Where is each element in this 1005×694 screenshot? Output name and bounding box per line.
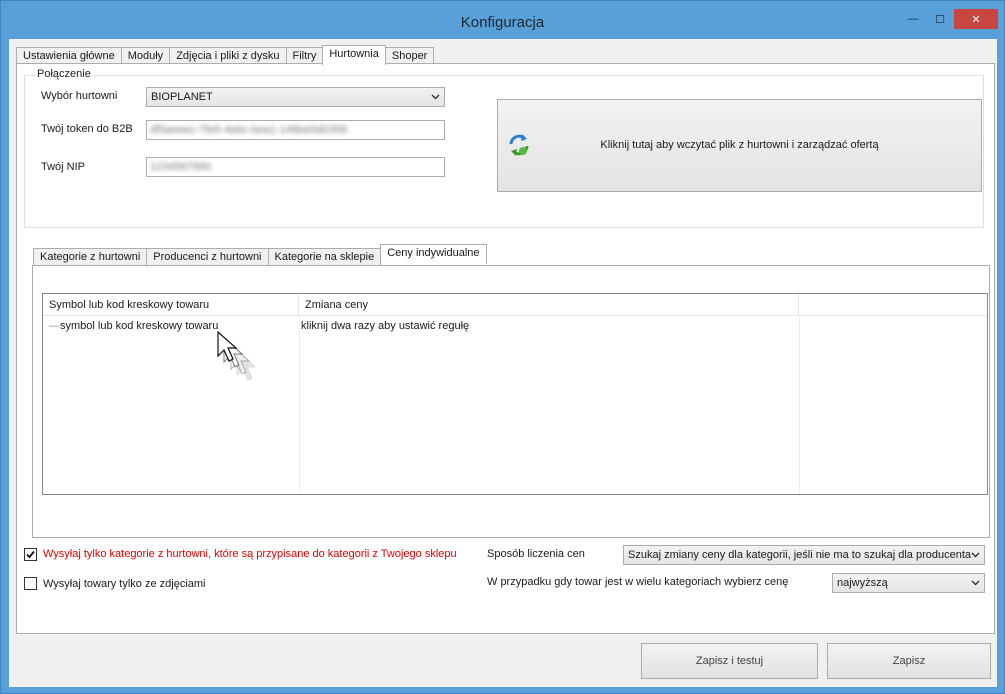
nip-label: Twój NIP [41, 161, 86, 173]
list-item-price-change[interactable]: kliknij dwa razy aby ustawić regułę [301, 320, 469, 332]
load-button-label: Kliknij tutaj aby wczytać plik z hurtown… [600, 139, 879, 151]
sub-tab-strip: Kategorie z hurtowni Producenci z hurtow… [33, 244, 487, 266]
token-input[interactable]: df5aeeec-7fe5-4ebc-bea1-148bd3d0358 [146, 120, 445, 140]
only-assigned-categories-label[interactable]: Wysyłaj tylko kategorie z hurtowni, któr… [43, 548, 457, 560]
only-assigned-categories-checkbox[interactable] [24, 548, 37, 561]
load-wholesaler-file-button[interactable]: Kliknij tutaj aby wczytać plik z hurtown… [497, 99, 982, 192]
price-rules-list[interactable]: Symbol lub kod kreskowy towaru Zmiana ce… [42, 293, 988, 495]
only-with-photos-checkbox[interactable] [24, 577, 37, 590]
close-button[interactable]: ✕ [954, 9, 998, 29]
minimize-button[interactable]: — [900, 9, 926, 29]
column-header-symbol[interactable]: Symbol lub kod kreskowy towaru [43, 294, 299, 316]
mouse-cursor-icon [215, 330, 265, 394]
checkmark-icon [26, 550, 35, 559]
wholesaler-select-value: BIOPLANET [151, 91, 213, 103]
column-divider [799, 316, 800, 494]
connection-group: Połączenie Wybór hurtowni BIOPLANET Twój… [24, 68, 984, 228]
list-item-symbol[interactable]: —symbol lub kod kreskowy towaru [49, 320, 218, 332]
multi-category-select[interactable]: najwyższą [832, 573, 985, 593]
save-and-test-button[interactable]: Zapisz i testuj [641, 643, 818, 679]
pricing-method-label: Sposób liczenia cen [487, 548, 585, 560]
minimize-icon: — [907, 13, 919, 25]
main-tab-strip: Ustawienia główne Moduły Zdjęcia i pliki… [16, 45, 435, 65]
pricing-method-value: Szukaj zmiany ceny dla kategorii, jeśli … [628, 549, 972, 561]
chevron-down-icon [431, 88, 440, 113]
nip-input[interactable]: 1234567890 [146, 157, 445, 177]
wholesaler-select[interactable]: BIOPLANET [146, 87, 445, 107]
individual-prices-page: Symbol lub kod kreskowy towaru Zmiana ce… [32, 265, 990, 538]
chevron-down-icon [971, 546, 980, 571]
wholesaler-label: Wybór hurtowni [41, 90, 118, 102]
connection-group-title: Połączenie [35, 68, 93, 80]
list-header: Symbol lub kod kreskowy towaru Zmiana ce… [43, 294, 987, 316]
column-header-price-change[interactable]: Zmiana ceny [299, 294, 799, 316]
close-icon: ✕ [971, 13, 981, 26]
column-header-empty [799, 294, 987, 316]
tab-ceny-indywidualne[interactable]: Ceny indywidualne [380, 244, 487, 264]
save-button[interactable]: Zapisz [827, 643, 991, 679]
multi-category-label: W przypadku gdy towar jest w wielu kateg… [487, 576, 789, 588]
only-with-photos-label[interactable]: Wysyłaj towary tylko ze zdjęciami [43, 578, 206, 590]
token-value: df5aeeec-7fe5-4ebc-bea1-148bd3d0358 [150, 124, 347, 136]
config-window: Konfiguracja — ☐ ✕ Ustawienia główne Mod… [0, 0, 1005, 694]
tab-producenci-z-hurtowni[interactable]: Producenci z hurtowni [146, 248, 269, 266]
maximize-icon: ☐ [935, 13, 945, 26]
token-label: Twój token do B2B [41, 123, 133, 135]
column-divider [299, 316, 300, 494]
window-client-area: Ustawienia główne Moduły Zdjęcia i pliki… [9, 39, 997, 687]
tab-hurtownia[interactable]: Hurtownia [322, 45, 386, 65]
row-symbol-text: symbol lub kod kreskowy towaru [60, 320, 219, 332]
chevron-down-icon [971, 574, 980, 599]
maximize-button[interactable]: ☐ [927, 9, 953, 29]
pricing-method-select[interactable]: Szukaj zmiany ceny dla kategorii, jeśli … [623, 545, 985, 565]
nip-value: 1234567890 [150, 161, 212, 173]
window-title: Konfiguracja [460, 14, 545, 31]
title-bar[interactable]: Konfiguracja — ☐ ✕ [1, 1, 1004, 39]
tab-kategorie-na-sklepie[interactable]: Kategorie na sklepie [267, 248, 382, 266]
hurtownia-tab-page: Połączenie Wybór hurtowni BIOPLANET Twój… [16, 63, 995, 634]
tab-kategorie-z-hurtowni[interactable]: Kategorie z hurtowni [33, 248, 148, 266]
multi-category-value: najwyższą [837, 577, 888, 589]
